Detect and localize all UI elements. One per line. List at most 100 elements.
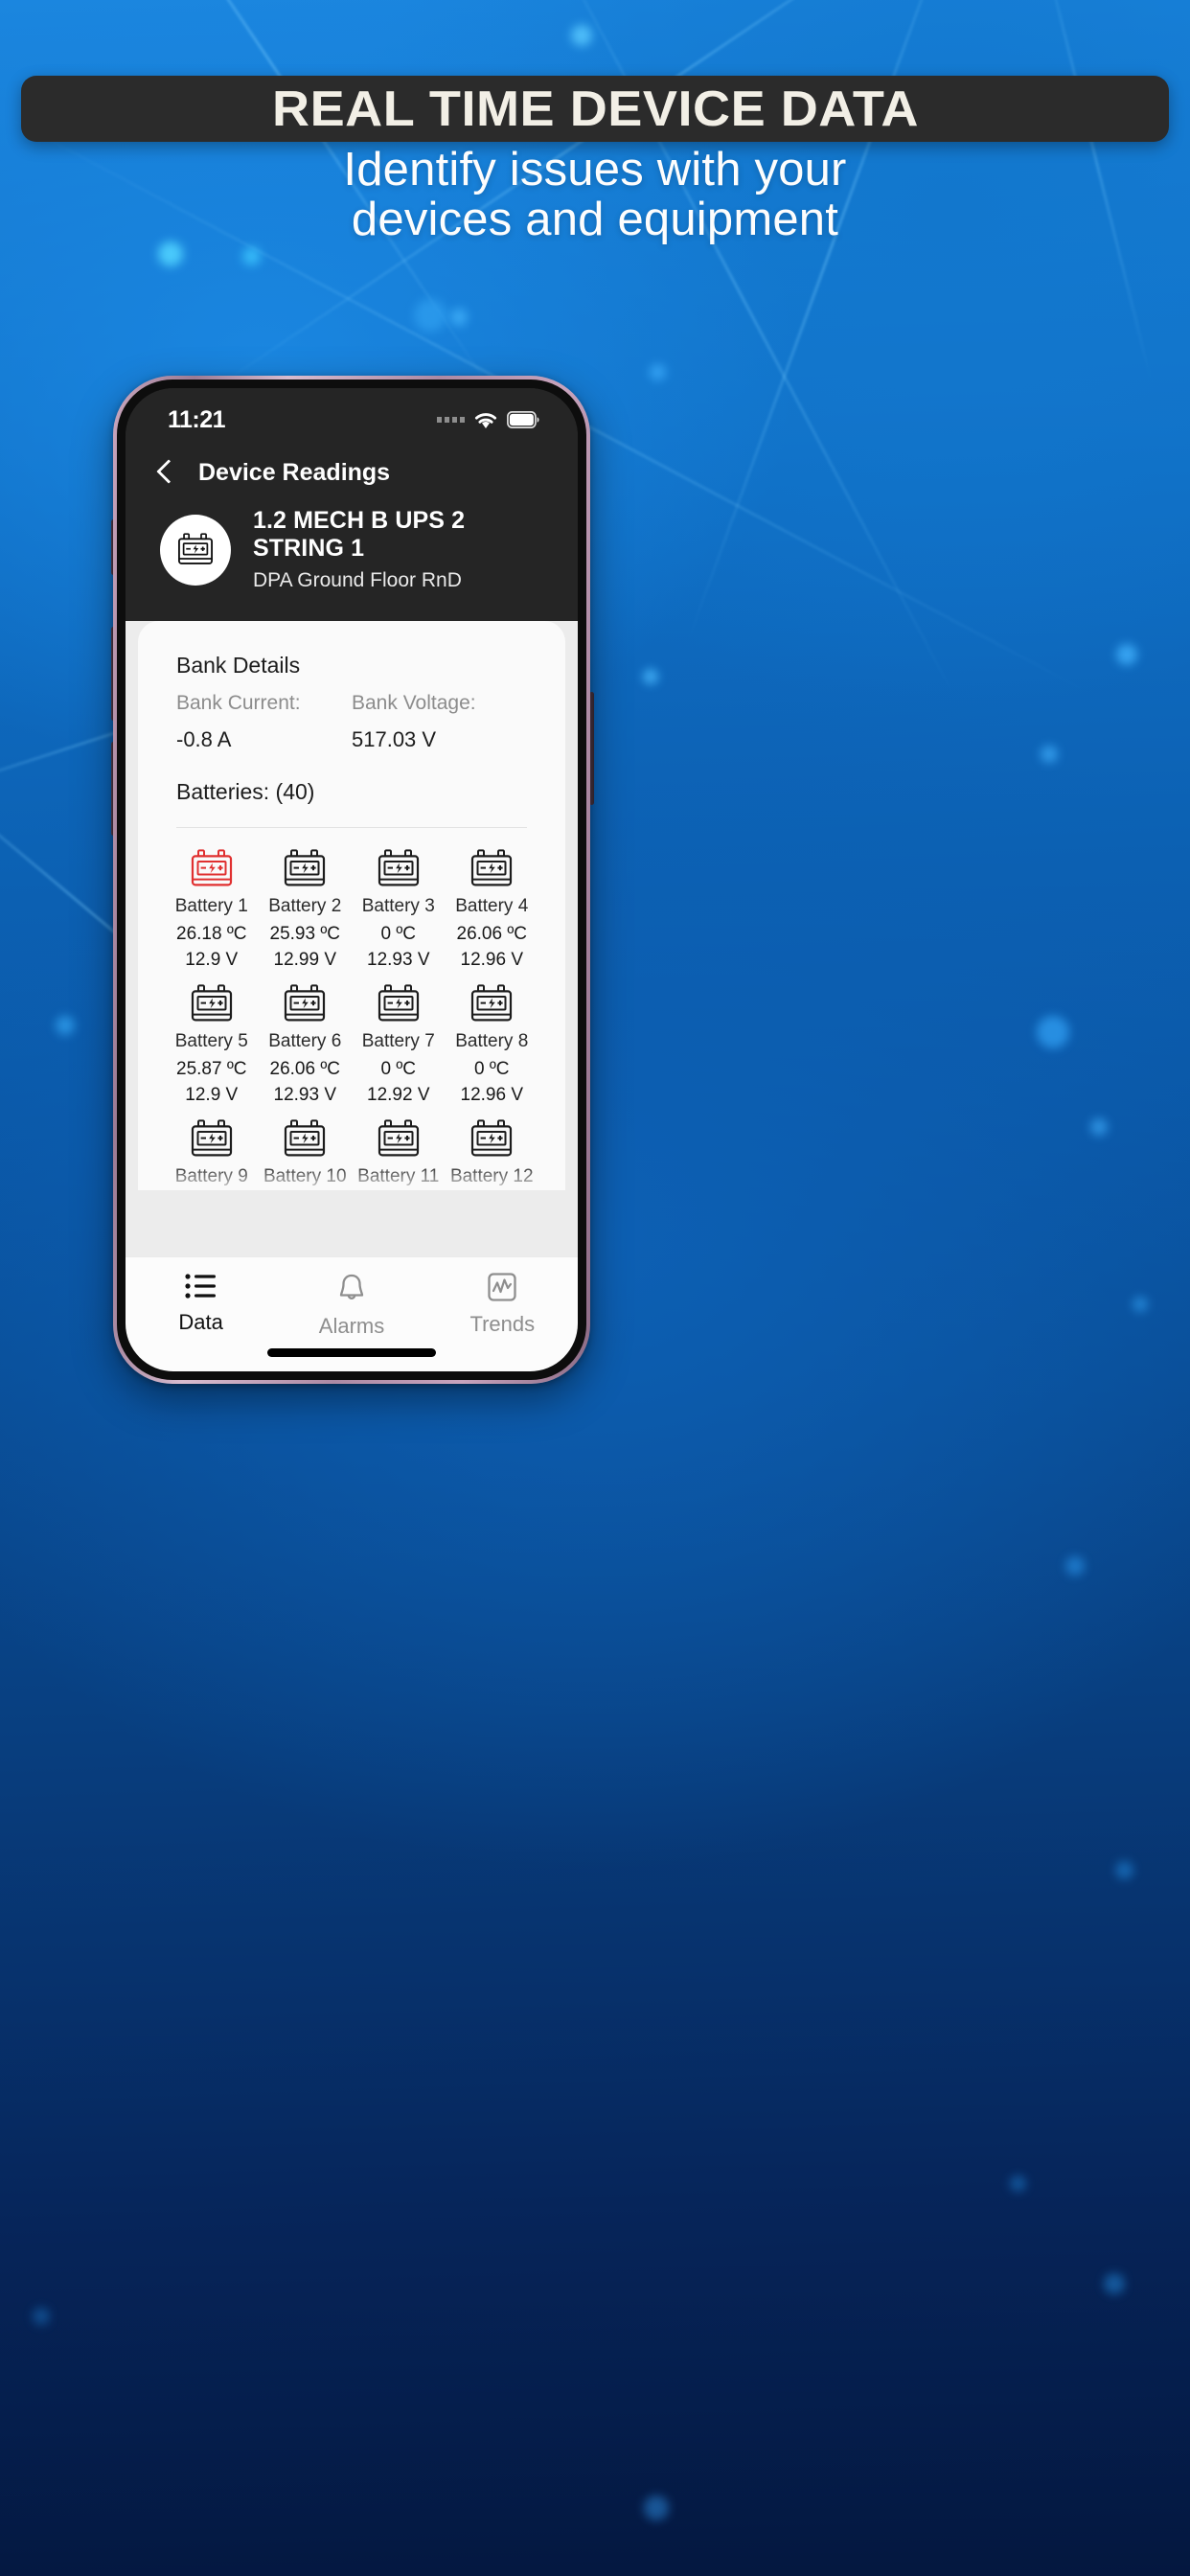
bokeh-dot — [1133, 1297, 1148, 1312]
battery-label: Battery 4 — [455, 896, 529, 916]
battery-voltage: 12.9 V — [185, 1085, 239, 1105]
battery-icon — [471, 1119, 513, 1157]
phone-frame: 11:21 Device Readings 1.2 MECH B UPS 2 S… — [113, 376, 590, 1384]
headline-banner: REAL TIME DEVICE DATA — [21, 76, 1169, 142]
signal-dots-icon — [437, 417, 465, 423]
battery-cell[interactable]: Battery 3 0 ºC 12.93 V — [352, 849, 446, 971]
device-name: 1.2 MECH B UPS 2 STRING 1 — [253, 507, 466, 562]
battery-voltage: 12.96 V — [460, 1085, 524, 1105]
battery-voltage: 12.92 V — [367, 1085, 430, 1105]
bokeh-dot — [571, 25, 592, 46]
battery-cell[interactable]: Battery 2 25.93 ºC 12.99 V — [259, 849, 353, 971]
bokeh-dot — [1104, 2273, 1125, 2294]
phone-mockup: 11:21 Device Readings 1.2 MECH B UPS 2 S… — [111, 376, 1077, 1384]
bokeh-dot — [450, 309, 468, 326]
list-icon — [185, 1274, 216, 1299]
battery-icon — [378, 984, 419, 1022]
tab-trends-label: Trends — [469, 1312, 536, 1336]
battery-voltage: 12.96 V — [460, 950, 524, 970]
bokeh-dot — [1115, 1861, 1133, 1879]
device-info: 1.2 MECH B UPS 2 STRING 1 DPA Ground Flo… — [253, 507, 551, 592]
battery-label: Battery 5 — [174, 1031, 248, 1051]
battery-temperature: 26.06 ºC — [269, 1059, 341, 1079]
bank-current-label: Bank Current: — [176, 692, 301, 714]
battery-cell[interactable]: Battery 5 25.87 ºC 12.9 V — [165, 984, 259, 1106]
battery-icon — [285, 1119, 326, 1157]
bokeh-dot — [1116, 644, 1137, 665]
bank-voltage-metric: Bank Voltage: 517.03 V — [352, 692, 527, 752]
tab-alarms[interactable]: Alarms — [276, 1273, 426, 1339]
battery-voltage: 12.93 V — [367, 950, 430, 970]
bell-icon — [339, 1274, 364, 1300]
battery-label: Battery 7 — [361, 1031, 435, 1051]
tab-trends[interactable]: Trends — [427, 1273, 578, 1337]
readings-card: Bank Details Bank Current: -0.8 A Bank V… — [138, 621, 565, 1190]
battery-icon — [285, 984, 326, 1022]
battery-temperature: 0 ºC — [380, 1059, 416, 1079]
bank-voltage-label: Bank Voltage: — [352, 692, 476, 714]
bokeh-dot — [242, 247, 261, 265]
headline-text: REAL TIME DEVICE DATA — [271, 80, 919, 137]
status-icons — [437, 411, 539, 429]
battery-cell[interactable]: Battery 7 0 ºC 12.92 V — [352, 984, 446, 1106]
phone-screen: 11:21 Device Readings 1.2 MECH B UPS 2 S… — [126, 388, 578, 1371]
bokeh-dot — [1090, 1118, 1108, 1136]
phone-bezel: 11:21 Device Readings 1.2 MECH B UPS 2 S… — [117, 380, 586, 1380]
bokeh-dot — [56, 1016, 75, 1035]
bank-details-section: Bank Details Bank Current: -0.8 A Bank V… — [138, 621, 565, 805]
battery-icon — [471, 849, 513, 886]
battery-grid-wrapper: Battery 1 26.18 ºC 12.9 V Battery 2 25.93 ºC… — [138, 828, 565, 1190]
battery-temperature: 25.87 ºC — [176, 1059, 247, 1079]
battery-icon — [378, 849, 419, 886]
battery-label: Battery 6 — [268, 1031, 342, 1051]
bank-details-title: Bank Details — [176, 653, 301, 678]
battery-cell[interactable]: Battery 4 26.06 ºC 12.96 V — [446, 849, 539, 971]
battery-icon — [191, 984, 232, 1022]
battery-temperature: 25.93 ºC — [269, 924, 341, 944]
tab-data[interactable]: Data — [126, 1273, 276, 1335]
battery-label: Battery 3 — [361, 896, 435, 916]
bank-current-value: -0.8 A — [176, 727, 232, 751]
device-location: DPA Ground Floor RnD — [253, 569, 462, 591]
bottom-tab-bar: Data Alarms Trends — [126, 1256, 578, 1371]
bokeh-dot — [644, 2496, 669, 2520]
navigation-bar: Device Readings — [126, 442, 578, 503]
battery-label: Battery 2 — [268, 896, 342, 916]
home-indicator[interactable] — [267, 1348, 436, 1357]
battery-voltage: 12.9 V — [185, 950, 239, 970]
battery-icon — [471, 984, 513, 1022]
page-title: Device Readings — [198, 458, 391, 486]
bank-metrics: Bank Current: -0.8 A Bank Voltage: 517.0… — [176, 692, 527, 752]
battery-icon — [191, 849, 232, 886]
device-header: 1.2 MECH B UPS 2 STRING 1 DPA Ground Flo… — [126, 503, 578, 621]
subheadline-line-2: devices and equipment — [351, 193, 839, 245]
bokeh-dot — [414, 299, 446, 332]
battery-icon — [378, 1119, 419, 1157]
battery-cell[interactable]: Battery 1 26.18 ºC 12.9 V — [165, 849, 259, 971]
battery-temperature: 0 ºC — [380, 924, 416, 944]
tab-alarms-label: Alarms — [318, 1314, 385, 1338]
bokeh-dot — [1065, 1556, 1085, 1576]
battery-cell[interactable]: Battery 6 26.06 ºC 12.93 V — [259, 984, 353, 1106]
battery-temperature: 0 ºC — [473, 1059, 510, 1079]
content-area: Bank Details Bank Current: -0.8 A Bank V… — [126, 621, 578, 1256]
chevron-left-icon[interactable] — [152, 460, 177, 485]
battery-voltage: 12.99 V — [273, 950, 337, 970]
battery-temperature: 26.06 ºC — [456, 924, 528, 944]
battery-voltage: 12.93 V — [273, 1085, 337, 1105]
bank-voltage-value: 517.03 V — [352, 727, 437, 751]
subheadline-line-1: Identify issues with your — [343, 144, 847, 196]
bokeh-dot — [33, 2308, 50, 2325]
grid-fade-overlay — [138, 1165, 565, 1190]
battery-cell[interactable]: Battery 8 0 ºC 12.96 V — [446, 984, 539, 1106]
battery-full-icon — [507, 411, 539, 428]
batteries-count-label: Batteries: (40) — [176, 779, 315, 804]
battery-icon — [285, 849, 326, 886]
bokeh-dot — [1010, 2175, 1026, 2192]
device-avatar — [160, 514, 231, 586]
bank-current-metric: Bank Current: -0.8 A — [176, 692, 352, 752]
bokeh-dot — [158, 242, 183, 266]
battery-label: Battery 8 — [455, 1031, 529, 1051]
battery-grid: Battery 1 26.18 ºC 12.9 V Battery 2 25.93 ºC… — [138, 828, 565, 1190]
battery-icon — [191, 1119, 232, 1157]
